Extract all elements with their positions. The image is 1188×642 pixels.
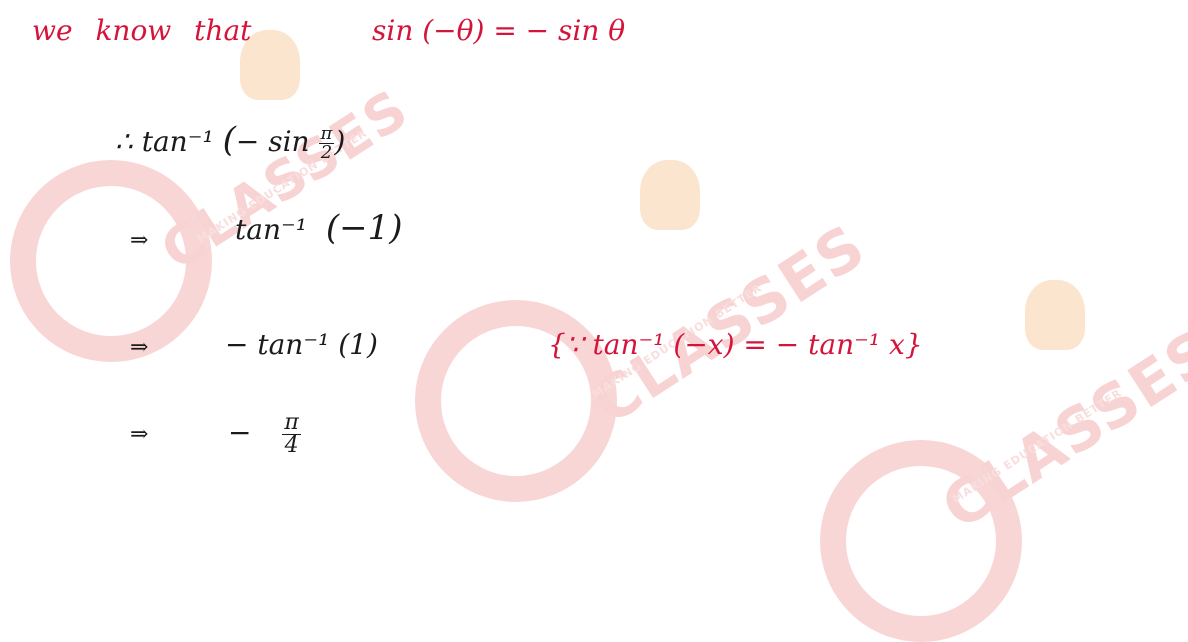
- step1-fraction: π2: [318, 125, 335, 163]
- property-note: {∵ tan⁻¹ (−x) = − tan⁻¹ x}: [548, 328, 923, 361]
- watermark-brand: CLASSES: [580, 210, 879, 439]
- step4-minus: −: [228, 416, 252, 449]
- step2-argument: (−1): [325, 208, 403, 248]
- fraction-numerator: π: [282, 410, 301, 435]
- watermark-logo-2: CLASSES MAKING EDUCATION BETTER: [400, 140, 879, 502]
- identity-sin: sin (−θ) = − sin θ: [372, 14, 626, 47]
- intro-text: we know that: [32, 14, 252, 47]
- fraction-denominator: 4: [284, 433, 299, 458]
- step1-prefix: ∴ tan⁻¹: [115, 125, 214, 158]
- step1-close-paren: ): [334, 125, 346, 158]
- implies-arrow: ⇒: [130, 422, 149, 447]
- watermark-logo-1: CLASSES MAKING EDUCATION BETTER: [0, 30, 420, 362]
- watermark-tagline: MAKING EDUCATION BETTER: [950, 386, 1125, 506]
- fraction-denominator: 2: [320, 142, 333, 163]
- step4-expression: − π4: [228, 412, 301, 457]
- step2-expression: tan⁻¹ (−1): [235, 208, 403, 248]
- step4-fraction: π4: [282, 410, 301, 458]
- step1-body: − sin: [235, 125, 319, 158]
- step3-expression: − tan⁻¹ (1): [225, 328, 378, 361]
- implies-arrow: ⇒: [130, 335, 149, 360]
- step1-expression: ∴ tan⁻¹ (− sin π 2): [115, 120, 345, 162]
- step2-tan-inverse: tan⁻¹: [235, 213, 307, 246]
- step1-open-paren: (: [222, 120, 236, 160]
- watermark-brand: CLASSES: [930, 315, 1188, 544]
- watermark-logo-3: CLASSES MAKING EDUCATION BETTER: [800, 270, 1188, 642]
- watermark-brand: CLASSES: [150, 76, 420, 283]
- implies-arrow: ⇒: [130, 228, 149, 253]
